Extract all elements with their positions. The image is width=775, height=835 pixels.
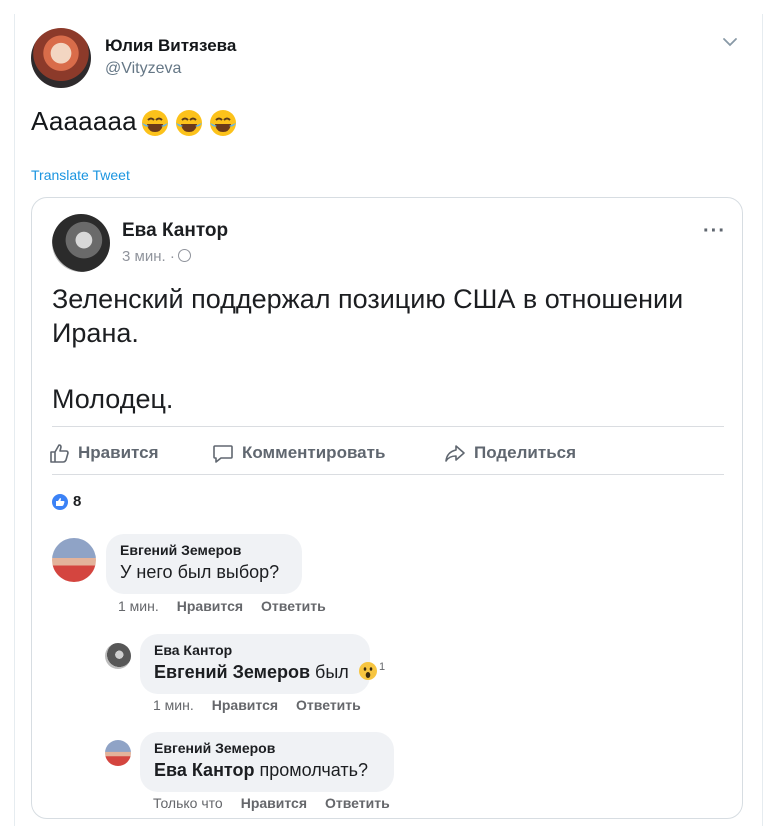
comment-time[interactable]: 1 мин. [118,598,159,614]
post-time-text: 3 мин. · [122,248,175,265]
wow-reaction[interactable]: 1 [358,661,385,681]
like-label: Нравится [78,443,159,462]
like-button[interactable]: Нравится [48,442,159,464]
reply-reply-link[interactable]: Ответить [325,795,390,811]
reply-time[interactable]: 1 мин. [153,697,194,713]
reply-like-link[interactable]: Нравится [241,795,307,811]
reply-time[interactable]: Только что [153,795,223,811]
post-text-line1: Зеленский поддержал позицию США в отноше… [52,284,684,348]
translate-tweet-link[interactable]: Translate Tweet [31,167,130,183]
thumbs-up-icon [50,444,69,463]
divider [52,474,724,475]
mention-link[interactable]: Евгений Земеров [154,662,310,682]
tweet-text-body: Ааааааа [31,106,137,136]
comment-like-link[interactable]: Нравится [177,598,243,614]
reply-reply-link[interactable]: Ответить [296,697,361,713]
tweet-author-name[interactable]: Юлия Витязева [105,36,236,56]
like-reaction-icon [52,493,68,510]
comment-meta: 1 мин. Нравится Ответить [118,598,326,614]
tears-of-joy-icon [175,110,202,137]
reply-author[interactable]: Евгений Земеров [154,740,380,756]
post-author-name[interactable]: Ева Кантор [122,220,228,242]
wow-face-icon [359,662,377,680]
reply-meta: 1 мин. Нравится Ответить [153,697,361,713]
post-author-avatar[interactable] [52,214,110,272]
chevron-down-icon[interactable] [720,32,740,52]
comment-author[interactable]: Евгений Земеров [120,542,288,558]
comment-reply-link[interactable]: Ответить [261,598,326,614]
comment-label: Комментировать [242,443,386,462]
share-label: Поделиться [474,443,577,462]
comment-bubble: Евгений Земеров У него был выбор? [106,534,302,594]
mention-link[interactable]: Ева Кантор [154,760,255,780]
divider [52,426,724,427]
reply-bubble: Евгений Земеров Ева Кантор промолчать? [140,732,394,792]
comment-button[interactable]: Комментировать [212,442,385,464]
globe-icon [177,249,191,262]
reply-like-link[interactable]: Нравится [212,697,278,713]
share-button[interactable]: Поделиться [444,442,576,464]
more-options-icon[interactable]: ··· [703,220,726,243]
reply-text-body: промолчать? [254,760,369,780]
tweet-author-handle[interactable]: @Vityzeva [105,60,181,78]
tweet: Юлия Витязева @Vityzeva Ааааааа Translat… [14,14,763,826]
comment-icon [213,445,233,463]
reaction-count: 1 [379,661,386,673]
tweet-text: Ааааааа [31,106,239,139]
reply-text: Евгений Земеров был [154,662,356,683]
reply-author[interactable]: Ева Кантор [154,642,356,658]
tears-of-joy-icon [209,110,236,137]
reply-text-body: был [310,662,349,682]
comment-text: У него был выбор? [120,562,280,582]
reply-author-avatar[interactable] [105,643,131,669]
reply-bubble: Ева Кантор Евгений Земеров был [140,634,370,694]
tears-of-joy-emoji-icons [137,106,239,137]
comment-author-avatar[interactable] [52,538,96,582]
post-text-line2: Молодец. [52,384,174,414]
tears-of-joy-icon [141,110,168,137]
post-timestamp: 3 мин. · [122,248,191,265]
tweet-author-avatar[interactable] [31,28,91,88]
embedded-facebook-post: Ева Кантор 3 мин. · ··· Зеленский поддер… [31,197,743,819]
likes-count: 8 [73,493,82,510]
reply-author-avatar[interactable] [105,740,131,766]
share-icon [445,445,465,462]
reply-meta: Только что Нравится Ответить [153,795,390,811]
reply-text: Ева Кантор промолчать? [154,760,380,781]
likes-summary[interactable]: 8 [52,493,81,510]
